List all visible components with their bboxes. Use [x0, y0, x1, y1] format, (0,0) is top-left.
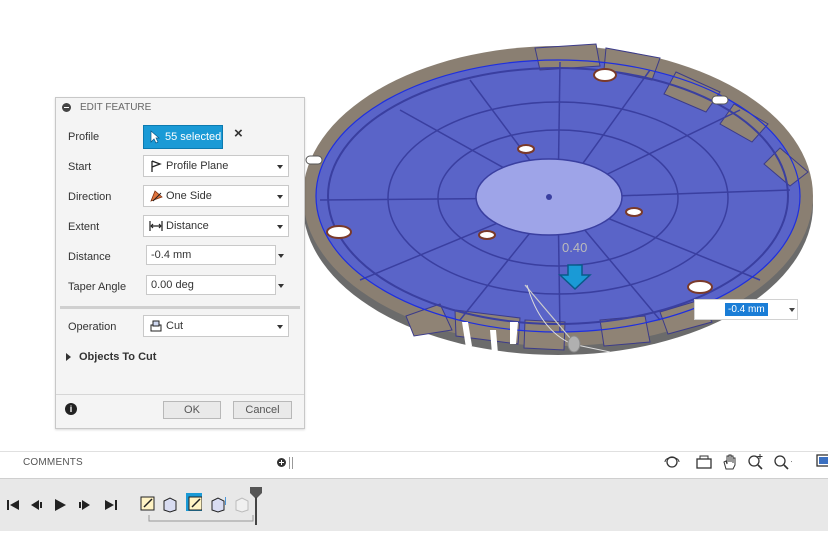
cut-icon: [150, 320, 162, 332]
objects-to-cut-label: Objects To Cut: [79, 351, 157, 363]
cursor-arrow-icon: [150, 130, 160, 144]
chevron-down-icon: [277, 165, 283, 169]
chevron-down-icon: [277, 325, 283, 329]
chevron-down-icon: [277, 195, 283, 199]
extrude-cut-feature-icon[interactable]: [210, 495, 226, 513]
extrude-feature-icon[interactable]: [162, 495, 178, 513]
dialog-header: EDIT FEATURE: [56, 98, 304, 118]
info-icon[interactable]: i: [65, 403, 77, 415]
extent-row: Extent Distance: [56, 214, 304, 240]
cancel-button[interactable]: Cancel: [233, 401, 292, 419]
pin-icon[interactable]: [289, 457, 293, 469]
active-sketch-feature-icon[interactable]: [186, 493, 202, 511]
dialog-footer: i OK Cancel: [56, 394, 304, 429]
timeline-bar: [0, 478, 828, 531]
distance-icon: [149, 221, 163, 231]
collapse-icon[interactable]: [62, 103, 71, 112]
clear-selection-icon[interactable]: ×: [234, 126, 246, 141]
timeline-group-bracket: [148, 515, 254, 522]
chevron-right-icon: [66, 353, 71, 362]
edit-feature-dialog: EDIT FEATURE Profile 55 selected × Start…: [55, 97, 305, 429]
extent-label: Extent: [68, 221, 100, 233]
chevron-down-icon[interactable]: [789, 308, 795, 312]
skip-start-icon[interactable]: [6, 498, 20, 512]
extent-dropdown[interactable]: Distance: [143, 215, 289, 237]
operation-row: Operation Cut: [56, 314, 304, 340]
operation-dropdown[interactable]: Cut: [143, 315, 289, 337]
profile-label: Profile: [68, 131, 100, 143]
taper-angle-label: Taper Angle: [68, 281, 127, 293]
direction-label: Direction: [68, 191, 112, 203]
timeline-marker-icon[interactable]: [248, 487, 264, 525]
zoom-window-icon[interactable]: [746, 452, 766, 472]
profile-selection-button[interactable]: 55 selected: [143, 125, 223, 149]
section-divider: [60, 306, 300, 309]
operation-value: Cut: [166, 320, 184, 332]
distance-input[interactable]: -0.4 mm: [146, 245, 276, 265]
profile-row: Profile 55 selected ×: [56, 124, 304, 150]
chevron-down-icon: [277, 225, 283, 229]
taper-row: Taper Angle 0.00 deg: [56, 274, 304, 300]
direction-row: Direction One Side: [56, 184, 304, 210]
sketch-feature-icon[interactable]: [140, 495, 156, 513]
distance-row: Distance -0.4 mm: [56, 244, 304, 270]
step-forward-icon[interactable]: [78, 498, 92, 512]
zoom-icon[interactable]: [772, 452, 792, 472]
distance-label: Distance: [68, 251, 111, 263]
taper-angle-input[interactable]: 0.00 deg: [146, 275, 276, 295]
add-comment-icon[interactable]: [277, 458, 286, 467]
ok-button[interactable]: OK: [163, 401, 221, 419]
start-dropdown[interactable]: Profile Plane: [143, 155, 289, 177]
taper-angle-value[interactable]: 0.00 deg: [151, 279, 194, 291]
chevron-down-icon[interactable]: [278, 254, 284, 258]
start-row: Start Profile Plane: [56, 154, 304, 180]
profile-selection-count: 55 selected: [165, 131, 222, 143]
pan-icon[interactable]: [720, 452, 740, 472]
skip-end-icon[interactable]: [104, 498, 118, 512]
orbit-icon[interactable]: [662, 452, 682, 472]
direction-dropdown[interactable]: One Side: [143, 185, 289, 207]
look-at-icon[interactable]: [694, 452, 714, 472]
chevron-down-icon[interactable]: [278, 284, 284, 288]
profile-plane-icon: [151, 160, 162, 172]
display-settings-icon[interactable]: [814, 452, 828, 472]
extent-value: Distance: [166, 220, 209, 232]
start-label: Start: [68, 161, 92, 173]
objects-to-cut-expander[interactable]: Objects To Cut: [66, 351, 156, 363]
direction-value: One Side: [166, 190, 212, 202]
distance-manipulator-input[interactable]: -0.4 mm: [694, 299, 798, 320]
step-back-icon[interactable]: [29, 498, 43, 512]
one-side-icon: [150, 190, 163, 202]
dimension-ghost-label: 0.40: [562, 240, 588, 255]
dialog-title: EDIT FEATURE: [80, 102, 152, 113]
operation-label: Operation: [68, 321, 117, 333]
start-value: Profile Plane: [166, 160, 229, 172]
distance-manipulator-value[interactable]: -0.4 mm: [725, 303, 768, 316]
distance-value[interactable]: -0.4 mm: [151, 249, 191, 261]
play-icon[interactable]: [53, 498, 67, 512]
comments-label: COMMENTS: [23, 457, 83, 468]
